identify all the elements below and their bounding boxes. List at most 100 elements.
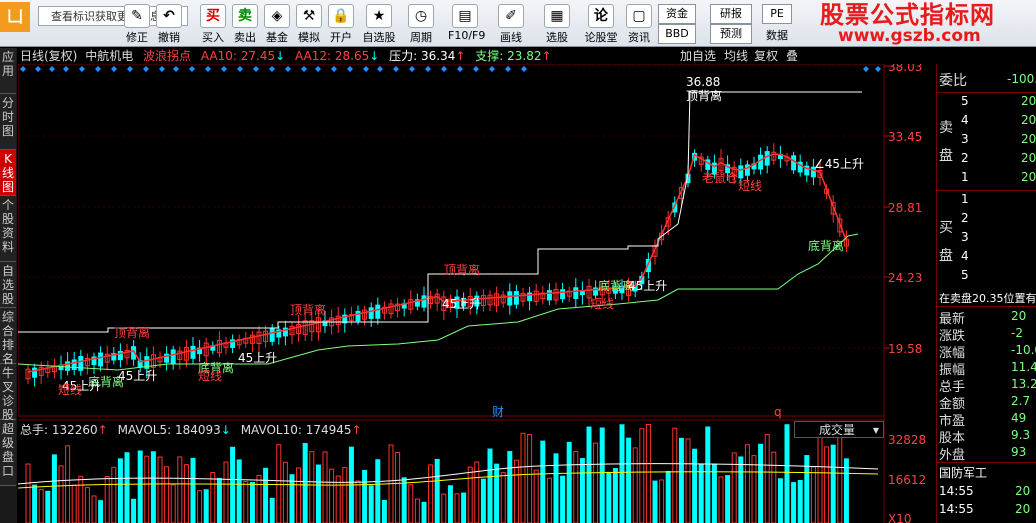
open-account-label: 开户 — [330, 31, 352, 44]
volume-bar — [137, 450, 143, 523]
volume-bar — [645, 424, 651, 523]
volume-bar — [381, 499, 387, 523]
period-button[interactable]: ◷ 周期 — [404, 2, 438, 44]
volume-bar — [480, 478, 486, 523]
volume-bar — [619, 424, 625, 523]
watchlist-button[interactable]: ★ 自选股 — [362, 2, 396, 44]
chart-annotation: 短线 — [590, 297, 614, 311]
stock-pick-button[interactable]: ▦ 选股 — [540, 2, 574, 44]
sell-price[interactable]: 20 — [1021, 94, 1036, 108]
chart-tab-add-watchlist[interactable]: 加自选 — [680, 48, 716, 64]
volume-bar — [104, 476, 110, 523]
volume-bar — [65, 445, 71, 523]
forum-button[interactable]: 论论股堂 — [584, 2, 618, 44]
sector-name[interactable]: 国防军工 — [939, 464, 987, 481]
candle-body — [758, 154, 764, 170]
candle-body — [375, 304, 381, 319]
sidebar-tab[interactable]: 牛叉诊股 — [0, 364, 16, 422]
divider — [937, 190, 1036, 191]
chart-annotation: q — [774, 405, 782, 419]
buy-level: 4 — [961, 249, 969, 263]
support-line — [18, 233, 859, 371]
sidebar-tab[interactable]: 超级盘口 — [0, 420, 16, 486]
volume-bar — [672, 427, 678, 523]
sidebar-tab[interactable]: 自选股 — [0, 262, 16, 308]
news-button[interactable]: ▢ 资讯 — [622, 2, 656, 44]
queue-info: 在卖盘20.35位置有 — [939, 292, 1036, 305]
bbd-button[interactable]: BBD — [658, 24, 696, 44]
volume-bar — [593, 442, 599, 523]
simulate-button[interactable]: ⚒ 模拟 — [292, 2, 326, 44]
buy-level: 2 — [961, 211, 969, 225]
sidebar-tab[interactable]: 应用 — [0, 48, 16, 94]
sidebar-tab[interactable]: 综合排名 — [0, 308, 16, 366]
volume-bar — [32, 484, 38, 523]
candle-body — [546, 290, 552, 301]
draw-line-button[interactable]: ✐ 画线 — [494, 2, 528, 44]
sell-price[interactable]: 20 — [1021, 170, 1036, 184]
volume-bar — [84, 487, 90, 523]
fix-button[interactable]: ✎ 修正 — [120, 2, 154, 44]
volume-bar — [843, 458, 849, 523]
volume-bar — [771, 451, 777, 523]
ma-line — [27, 153, 848, 373]
undo-icon: ↶ — [156, 4, 182, 28]
signal-diamond-icon — [393, 66, 399, 72]
chart-annotation: 顶背离 — [444, 262, 480, 277]
indicator-name[interactable]: 波浪拐点 — [143, 49, 191, 63]
volume-bar — [428, 464, 434, 523]
buy-button[interactable]: 买买入 — [196, 2, 230, 44]
fund-button[interactable]: ◈ 基金 — [260, 2, 294, 44]
volume-bar — [131, 498, 137, 523]
signal-diamond-icon — [409, 66, 415, 72]
research-button[interactable]: 研报 — [710, 4, 752, 24]
volume-indicator-select[interactable]: 成交量 ▼ — [794, 421, 884, 438]
volume-bar — [652, 480, 658, 523]
volume-bar — [494, 463, 500, 523]
chart-mode[interactable]: 日线(复权) — [20, 49, 77, 63]
volume-bar — [421, 501, 427, 523]
volume-bar — [718, 476, 724, 523]
signal-diamond-icon — [143, 66, 149, 72]
undo-button[interactable]: ↶ 撤销 — [152, 2, 186, 44]
volume-bar — [98, 500, 104, 523]
volume-bar — [665, 470, 671, 523]
forecast-button[interactable]: 预测 — [710, 24, 752, 44]
pe-button[interactable]: PE — [762, 4, 792, 24]
volume-bar — [210, 472, 216, 523]
sell-label: 卖出 — [234, 31, 256, 44]
down-arrow-icon: ↓ — [275, 49, 286, 63]
sell-price[interactable]: 20 — [1021, 113, 1036, 127]
volume-bar — [269, 497, 275, 523]
signal-diamond-icon — [441, 66, 447, 72]
fund-flow-button[interactable]: 资金 — [658, 4, 696, 24]
volume-bar — [117, 458, 123, 523]
open-account-button[interactable]: 🔒 开户 — [324, 2, 358, 44]
sidebar-tab[interactable]: 分时图 — [0, 94, 16, 150]
up-arrow-icon: ↑ — [97, 423, 108, 437]
forum-label: 论股堂 — [584, 31, 618, 44]
sell-price[interactable]: 20 — [1021, 132, 1036, 146]
chart-tab-overlay[interactable]: 叠 — [786, 48, 798, 64]
volume-bar — [111, 466, 117, 523]
f10-button[interactable]: ▤ F10/F9 — [448, 2, 485, 44]
signal-diamond-icon — [221, 66, 227, 72]
sell-price[interactable]: 20 — [1021, 151, 1036, 165]
buy-label: 买入 — [202, 31, 224, 44]
chart-tab-adjust[interactable]: 复权 — [754, 48, 778, 64]
chart-annotation: 底背离 — [808, 238, 844, 253]
chart-tab-ma[interactable]: 均线 — [724, 48, 748, 64]
volume-bar — [329, 468, 335, 523]
candle-body — [764, 151, 770, 166]
volume-bar — [777, 478, 783, 523]
kline-chart[interactable]: 38.0333.4528.8124.2319.58 36.88顶背离顶背离顶背离… — [18, 64, 936, 523]
signal-diamond-icon — [95, 66, 101, 72]
sell-button[interactable]: 卖卖出 — [228, 2, 262, 44]
brand-watermark: 股票公式指标网 www.gszb.com — [820, 1, 995, 46]
volume-bar — [342, 467, 348, 523]
sidebar-tab[interactable]: 个股资料 — [0, 196, 16, 262]
candle-body — [507, 291, 513, 306]
sidebar-tab[interactable]: K线图 — [0, 150, 16, 196]
candle-body — [573, 287, 579, 299]
volume-bar — [586, 426, 592, 523]
